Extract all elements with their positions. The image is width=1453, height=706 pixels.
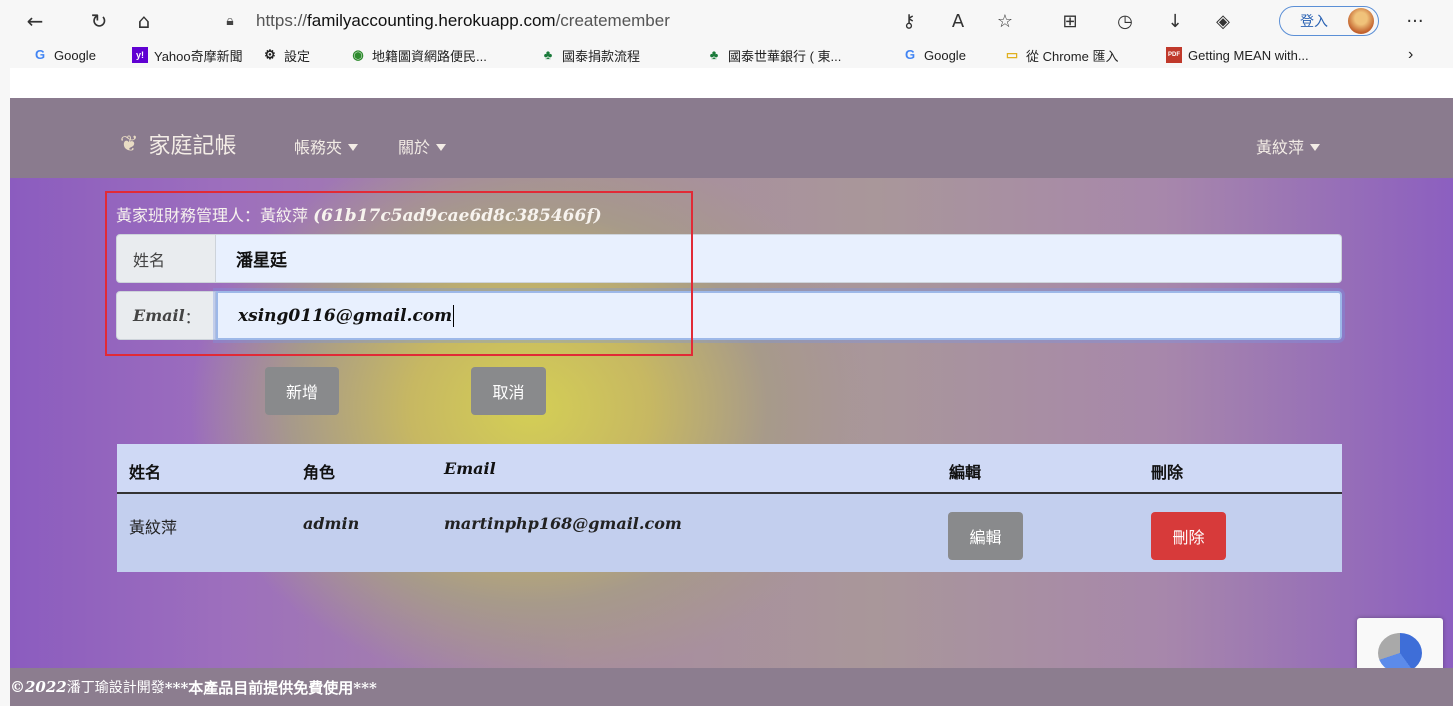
browser-toolbar: ← ↻ ⌂ 🔒︎ https://familyaccounting.heroku… [0,0,1453,68]
url-prefix: https:// [256,10,308,30]
page-left-gap [0,68,10,706]
edit-button[interactable]: 編輯 [948,512,1023,560]
email-input[interactable]: xsing0116@gmail.com [216,291,1342,340]
text-caret [453,304,455,327]
tree-icon: ♣ [543,47,553,62]
login-button[interactable]: 登入 [1279,6,1379,36]
cell-name: 黃紋萍 [129,518,178,537]
google-icon: G [904,47,916,62]
email-value: xsing0116@gmail.com [238,305,453,326]
page-top-gap [0,68,1453,98]
header-name: 姓名 [129,463,162,482]
bookmark-cathay-bank[interactable]: ♣ 國泰世華銀行 ( 東... [706,44,842,66]
members-table: 姓名 角色 Email 編輯 刪除 黃紋萍 admin martinphp168… [117,444,1342,572]
email-input-group: Email： xsing0116@gmail.com [116,291,1342,340]
tree-icon: ♣ [709,47,719,62]
gear-icon: ⚙ [264,47,276,62]
bookmark-settings[interactable]: ⚙ 設定 [262,44,310,66]
url-host: familyaccounting.herokuapp.com [307,10,556,30]
recaptcha-icon [1378,633,1422,673]
email-label: Email： [116,291,216,340]
avatar [1348,8,1374,34]
login-label: 登入 [1300,14,1328,30]
bookmark-google[interactable]: G Google [32,44,96,66]
brand-link[interactable]: ❦ 家庭記帳 [120,128,236,160]
key-icon[interactable]: ⚷ [896,8,922,34]
bookmark-google-2[interactable]: G Google [902,44,966,66]
home-icon[interactable]: ⌂ [131,8,157,34]
favorite-star-icon[interactable]: ☆ [992,8,1018,34]
footer: ©2022 潘丁瑜設計開發 ***本產品目前提供免費使用*** [10,668,1453,706]
more-menu-icon[interactable]: ··· [1402,8,1428,34]
url-path: /createmember [555,10,670,30]
yahoo-icon: y! [132,47,148,63]
header-edit: 編輯 [949,463,982,482]
nav-user-menu[interactable]: 黃紋萍 [1256,134,1320,158]
address-bar[interactable]: 🔒︎ https://familyaccounting.herokuapp.co… [200,6,866,35]
cancel-button[interactable]: 取消 [471,367,546,415]
bookmark-chrome-import[interactable]: ▭ 從 Chrome 匯入 [1004,44,1119,66]
footer-copyright: ©2022 [10,678,67,696]
header-delete: 刪除 [1151,463,1184,482]
cell-role: admin [303,514,360,533]
owner-id: (61b17c5ad9cae6d8c385466f) [313,206,602,226]
name-label: 姓名 [116,234,216,283]
owner-line: 黃家班財務管理人：黃紋萍 (61b17c5ad9cae6d8c385466f) [116,202,602,226]
extensions-icon[interactable]: ◈ [1210,8,1236,34]
bookmark-yahoo[interactable]: y! Yahoo奇摩新聞 [132,44,243,66]
lock-icon: 🔒︎ [226,12,234,28]
read-aloud-icon[interactable]: A [945,8,971,34]
app-page: ❦ 家庭記帳 帳務夾 關於 黃紋萍 黃家班財務管理人：黃紋萍 (61b17c5a… [10,98,1453,706]
google-icon: G [34,47,46,62]
delete-button[interactable]: 刪除 [1151,512,1226,560]
bookmarks-more-chevron-icon[interactable]: › [1408,44,1413,66]
bookmark-cadastral[interactable]: ◉ 地籍圖資網路便民... [350,44,487,66]
globe-icon: ◉ [352,47,364,62]
name-input[interactable]: 潘星廷 [216,234,1342,283]
refresh-icon[interactable]: ↻ [86,8,112,34]
footer-notice: ***本產品目前提供免費使用*** [164,678,377,697]
header-role: 角色 [303,463,336,482]
name-value: 潘星廷 [236,251,287,271]
folder-icon: ▭ [1005,47,1019,62]
leaf-logo-icon: ❦ [120,131,139,157]
cell-email: martinphp168@gmail.com [444,514,682,533]
nav-ledger-menu[interactable]: 帳務夾 [294,134,358,158]
back-arrow-icon[interactable]: ← [22,8,48,34]
download-icon[interactable]: ↓ [1162,8,1188,34]
footer-developer: 潘丁瑜設計開發 [66,680,165,696]
bookmark-cathay-donation[interactable]: ♣ 國泰捐款流程 [540,44,640,66]
pdf-icon: PDF [1166,47,1182,63]
brand-title: 家庭記帳 [148,134,237,159]
bookmark-getting-mean[interactable]: PDF Getting MEAN with... [1166,44,1309,66]
add-button[interactable]: 新增 [265,367,339,415]
name-input-group: 姓名 潘星廷 [116,234,1342,283]
owner-label: 黃家班財務管理人：黃紋萍 [116,206,309,225]
header-email: Email [444,459,496,478]
navbar: ❦ 家庭記帳 帳務夾 關於 黃紋萍 [10,98,1453,178]
collections-icon[interactable]: ⊞ [1057,8,1083,34]
table-header: 姓名 角色 Email 編輯 刪除 [117,444,1342,494]
table-row: 黃紋萍 admin martinphp168@gmail.com 編輯 刪除 [117,494,1342,572]
history-icon[interactable]: ◷ [1112,8,1138,34]
nav-about-menu[interactable]: 關於 [398,134,446,158]
